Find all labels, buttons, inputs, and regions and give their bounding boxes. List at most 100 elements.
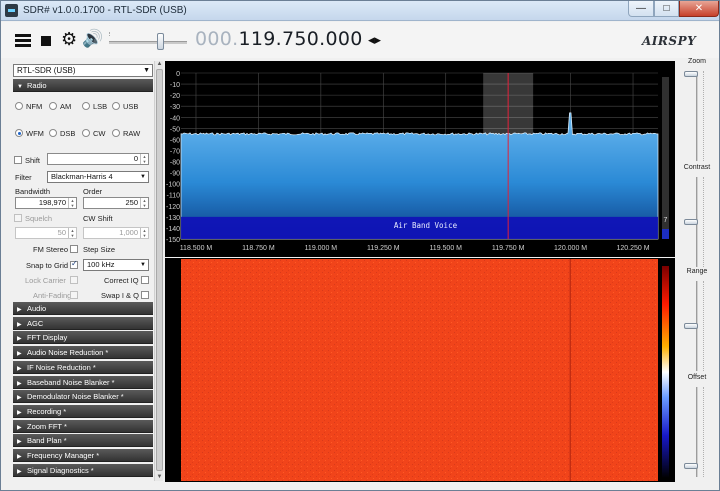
lock-carrier-label: Lock Carrier (25, 276, 66, 285)
zoom-slider[interactable] (696, 71, 698, 161)
plugin-section-header[interactable]: ▶ Band Plan * (13, 434, 153, 448)
volume-slider[interactable] (109, 41, 187, 44)
scroll-down-icon[interactable]: ▼ (156, 474, 163, 481)
order-input[interactable]: 250 ▲ ▼ (83, 197, 149, 209)
radio-section-header[interactable]: ▼ Radio (13, 79, 153, 92)
mode-radio-am[interactable]: AM (49, 102, 71, 111)
mode-radio-cw[interactable]: CW (82, 129, 106, 138)
squelch-value: 50 (57, 228, 66, 237)
close-button[interactable]: ✕ (679, 1, 719, 17)
volume-slider-thumb[interactable] (157, 33, 165, 50)
waterfall-canvas (181, 259, 658, 481)
step-size-select[interactable]: 100 kHz ▼ (83, 259, 149, 271)
spinner-icon[interactable]: ▲ ▼ (140, 198, 148, 208)
zoom-slider-thumb[interactable] (684, 71, 698, 77)
x-tick-label: 119.000 M (305, 245, 338, 252)
squelch-checkbox[interactable] (14, 214, 22, 222)
collapse-arrow-icon: ▼ (17, 84, 23, 90)
minimize-button[interactable]: — (628, 1, 654, 17)
plugin-section-header[interactable]: ▶ Zoom FFT * (13, 419, 153, 433)
cw-shift-input[interactable]: 1,000 ▲ ▼ (83, 227, 149, 239)
plugin-section-header[interactable]: ▶ Baseband Noise Blanker * (13, 375, 153, 389)
contrast-slider-thumb[interactable] (684, 219, 698, 225)
plugin-section-header[interactable]: ▶ Recording * (13, 404, 153, 418)
plugin-section-header[interactable]: ▶ Signal Diagnostics * (13, 463, 153, 477)
chevron-down-icon: ▼ (143, 67, 150, 74)
plugin-section-header[interactable]: ▶ Audio (13, 302, 153, 315)
spinner-icon[interactable]: ▲ ▼ (68, 198, 76, 208)
frequency-display[interactable]: 000.119.750.000 (195, 28, 363, 50)
mode-label: WFM (26, 129, 44, 138)
plugin-section-header[interactable]: ▶ Audio Noise Reduction * (13, 346, 153, 360)
stop-icon[interactable] (41, 36, 51, 46)
radio-dot-icon (15, 102, 23, 110)
expand-arrow-icon: ▶ (17, 468, 22, 475)
device-select[interactable]: RTL-SDR (USB) ▼ (13, 64, 153, 77)
scrollbar-thumb[interactable] (156, 69, 163, 471)
chevron-down-icon: ▼ (140, 262, 146, 268)
range-ticks (701, 281, 704, 371)
left-panel-scrollbar[interactable]: ▲ ▼ (154, 61, 163, 481)
y-tick-label: -10 (170, 82, 180, 89)
shift-checkbox[interactable] (14, 156, 22, 164)
step-size-label: Step Size (83, 245, 116, 254)
y-tick-label: -80 (170, 160, 180, 167)
mode-radio-nfm[interactable]: NFM (15, 102, 42, 111)
plugin-section-header[interactable]: ▶ Demodulator Noise Blanker * (13, 390, 153, 404)
spinner-icon[interactable]: ▲ ▼ (68, 228, 76, 238)
device-select-value: RTL-SDR (USB) (17, 66, 76, 75)
airspy-logo[interactable]: AIRSPY (642, 34, 696, 48)
radio-dot-icon (15, 129, 23, 137)
snap-to-grid-checkbox[interactable] (70, 259, 78, 269)
zoom-label: Zoom (688, 58, 706, 65)
correct-iq-checkbox[interactable] (141, 276, 149, 284)
mode-label: LSB (93, 102, 108, 111)
squelch-input[interactable]: 50 ▲ ▼ (15, 227, 77, 239)
offset-slider-thumb[interactable] (684, 462, 698, 469)
plugin-section-header[interactable]: ▶ Frequency Manager * (13, 449, 153, 462)
mode-radio-usb[interactable]: USB (112, 102, 138, 111)
filter-select[interactable]: Blackman-Harris 4 ▼ (47, 171, 149, 183)
y-tick-label: -70 (170, 148, 180, 155)
plugin-section-header[interactable]: ▶ FFT Display (13, 331, 153, 345)
scroll-up-icon[interactable]: ▲ (156, 61, 163, 68)
bandwidth-input[interactable]: 198,970 ▲ ▼ (15, 197, 77, 209)
x-tick-label: 119.750 M (492, 245, 525, 252)
mode-radio-dsb[interactable]: DSB (49, 129, 75, 138)
waterfall-plot[interactable] (165, 258, 675, 482)
mode-radio-lsb[interactable]: LSB (82, 102, 107, 111)
y-tick-label: -50 (170, 126, 180, 133)
lock-carrier-checkbox[interactable] (70, 276, 78, 284)
plugin-section-header[interactable]: ▶ AGC (13, 316, 153, 330)
cw-shift-value: 1,000 (119, 228, 138, 237)
spectrum-plot[interactable]: 0 -10 -20 -30 -40 -50 -60 -70 -80 -90 -100 -110 -120… (165, 61, 675, 257)
hamburger-menu-icon[interactable] (15, 34, 31, 48)
radio-dot-icon (112, 102, 120, 110)
waterfall-display[interactable] (165, 258, 675, 482)
spinner-icon[interactable]: ▲ ▼ (140, 154, 148, 164)
filter-label: Filter (15, 173, 32, 182)
y-tick-label: 0 (176, 71, 180, 78)
spectrum-analyzer[interactable]: 0 -10 -20 -30 -40 -50 -60 -70 -80 -90 -100 -110 -120… (165, 61, 675, 257)
shift-input[interactable]: 0 ▲ ▼ (47, 153, 149, 165)
range-slider-thumb[interactable] (684, 323, 698, 329)
app-icon (5, 4, 18, 17)
anti-fading-checkbox[interactable] (70, 291, 78, 299)
fm-stereo-checkbox[interactable] (70, 245, 78, 253)
frequency-arrows-icon[interactable]: ◂▸ (368, 32, 381, 48)
speaker-icon[interactable]: 🔊 (82, 30, 103, 48)
mode-radio-raw[interactable]: RAW (112, 129, 140, 138)
maximize-button[interactable]: □ (654, 1, 679, 17)
offset-ticks (701, 387, 704, 477)
radio-section-label: Radio (27, 81, 47, 90)
band-plan-label: Air Band Voice (394, 221, 458, 230)
swap-iq-checkbox[interactable] (141, 291, 149, 299)
bandwidth-value: 198,970 (38, 198, 66, 207)
mode-radio-wfm[interactable]: WFM (15, 129, 44, 138)
expand-arrow-icon: ▶ (17, 395, 22, 402)
gear-icon[interactable]: ⚙ (61, 30, 77, 48)
radio-dot-icon (49, 102, 57, 110)
spinner-icon[interactable]: ▲ ▼ (140, 228, 148, 238)
plugin-section-header[interactable]: ▶ IF Noise Reduction * (13, 360, 153, 374)
right-slider-panel: Zoom Contrast Range Offset (677, 57, 717, 482)
